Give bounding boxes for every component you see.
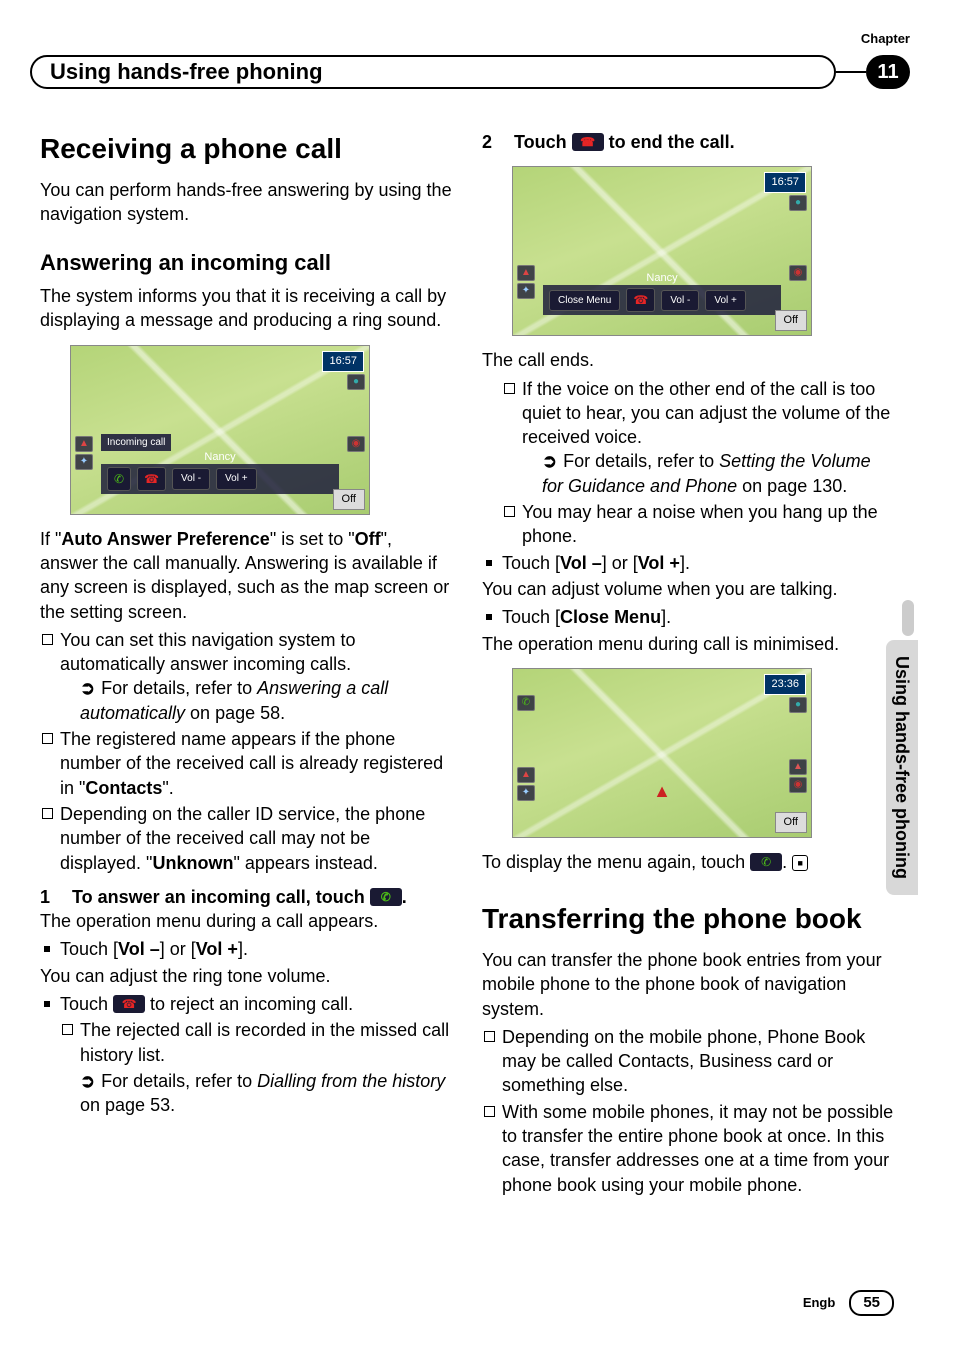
answer-icon[interactable]: ✆ — [517, 695, 535, 711]
incoming-call-label: Incoming call — [101, 434, 171, 452]
hangup-icon[interactable]: ☎ — [572, 133, 604, 151]
heading-answering: Answering an incoming call — [40, 248, 452, 278]
page-number: 55 — [849, 1290, 894, 1316]
transfer-note-2: With some mobile phones, it may not be p… — [502, 1100, 894, 1197]
reject-line: Touch ☎ to reject an incoming call. The … — [60, 992, 452, 1117]
step1-after: The operation menu during a call appears… — [40, 909, 452, 933]
screenshot-in-call: 16:57 ▲ ✦ ● ◉ Nancy Close Menu ☎ Vol - V… — [512, 166, 812, 336]
hangup-icon[interactable]: ☎ — [626, 288, 655, 312]
off-button[interactable]: Off — [775, 812, 807, 833]
map-button-icon: ● — [347, 374, 365, 390]
section-end-icon: ■ — [792, 855, 808, 871]
caller-name: Nancy — [513, 271, 811, 286]
call-ends: The call ends. — [482, 348, 894, 372]
map-button-icon: ✦ — [517, 785, 535, 801]
map-button-icon: ▲ — [517, 767, 535, 783]
side-accent — [902, 600, 914, 636]
header-row: Using hands-free phoning 11 — [30, 55, 910, 89]
vol-talk-line: Touch [Vol –] or [Vol +]. — [502, 551, 894, 575]
answer-icon[interactable]: ✆ — [107, 467, 131, 491]
reference-arrow-icon: ➲ — [542, 451, 557, 471]
redisplay-line: To display the menu again, touch ✆. ■ — [482, 850, 894, 874]
vol-adjust-after: You can adjust the ring tone volume. — [40, 964, 452, 988]
hangup-icon[interactable]: ☎ — [113, 995, 145, 1013]
chapter-number-badge: 11 — [866, 55, 910, 89]
note-auto-answer: You can set this navigation system to au… — [60, 628, 452, 725]
screenshot-incoming-call: 16:57 ▲ ✦ ● ◉ Incoming call Nancy ✆ ☎ Vo… — [70, 345, 370, 515]
intro-text: You can perform hands-free answering by … — [40, 178, 452, 227]
vol-plus-button[interactable]: Vol + — [705, 290, 746, 312]
note-registered-name: The registered name appears if the phone… — [60, 727, 452, 800]
pill-connector — [836, 71, 866, 74]
answer-icon[interactable]: ✆ — [370, 888, 402, 906]
note-caller-id: Depending on the caller ID service, the … — [60, 802, 452, 875]
chapter-label: Chapter — [861, 30, 910, 48]
section-title-pill: Using hands-free phoning — [30, 55, 836, 89]
map-button-icon: ◉ — [789, 777, 807, 793]
off-button[interactable]: Off — [333, 489, 365, 510]
footer-lang: Engb — [803, 1294, 836, 1312]
close-menu-after: The operation menu during call is minimi… — [482, 632, 894, 656]
step-1: 1 To answer an incoming call, touch ✆. — [40, 885, 452, 909]
caller-name: Nancy — [71, 450, 369, 465]
ss-time: 23:36 — [764, 674, 806, 695]
answering-intro: The system informs you that it is receiv… — [40, 284, 452, 333]
ss-time: 16:57 — [764, 172, 806, 193]
map-button-icon: ▲ — [789, 759, 807, 775]
screenshot-minimised: 23:36 ✆ ▲ ✦ ● ▲ ◉ ▲ Off — [512, 668, 812, 838]
footer: Engb 55 — [803, 1290, 894, 1316]
section-title: Using hands-free phoning — [50, 57, 323, 87]
vol-minus-button[interactable]: Vol - — [172, 468, 210, 490]
reference-arrow-icon: ➲ — [80, 678, 95, 698]
step-2: 2 Touch ☎ to end the call. — [482, 130, 894, 154]
left-column: Receiving a phone call You can perform h… — [40, 130, 452, 1199]
transfer-note-1: Depending on the mobile phone, Phone Boo… — [502, 1025, 894, 1098]
off-button[interactable]: Off — [775, 310, 807, 331]
note-volume-quiet: If the voice on the other end of the cal… — [522, 377, 894, 498]
vol-talk-after: You can adjust volume when you are talki… — [482, 577, 894, 601]
vol-plus-button[interactable]: Vol + — [216, 468, 257, 490]
ss-time: 16:57 — [322, 351, 364, 372]
reject-sub: The rejected call is recorded in the mis… — [80, 1018, 452, 1067]
vol-minus-button[interactable]: Vol - — [661, 290, 699, 312]
map-button-icon: ● — [789, 697, 807, 713]
answer-icon[interactable]: ✆ — [750, 853, 782, 871]
note-hangup-noise: You may hear a noise when you hang up th… — [522, 500, 894, 549]
map-button-icon: ● — [789, 195, 807, 211]
auto-answer-paragraph: If "Auto Answer Preference" is set to "O… — [40, 527, 452, 624]
current-location-icon: ▲ — [653, 779, 671, 803]
transfer-intro: You can transfer the phone book entries … — [482, 948, 894, 1021]
close-menu-button[interactable]: Close Menu — [549, 290, 620, 312]
reference-arrow-icon: ➲ — [80, 1071, 95, 1091]
close-menu-line: Touch [Close Menu]. — [502, 605, 894, 629]
heading-transfer: Transferring the phone book — [482, 900, 894, 938]
right-column: 2 Touch ☎ to end the call. 16:57 ▲ ✦ ● ◉… — [482, 130, 894, 1199]
heading-receiving: Receiving a phone call — [40, 130, 452, 168]
vol-adjust-line: Touch [Vol –] or [Vol +]. — [60, 937, 452, 961]
hangup-icon[interactable]: ☎ — [137, 467, 166, 491]
